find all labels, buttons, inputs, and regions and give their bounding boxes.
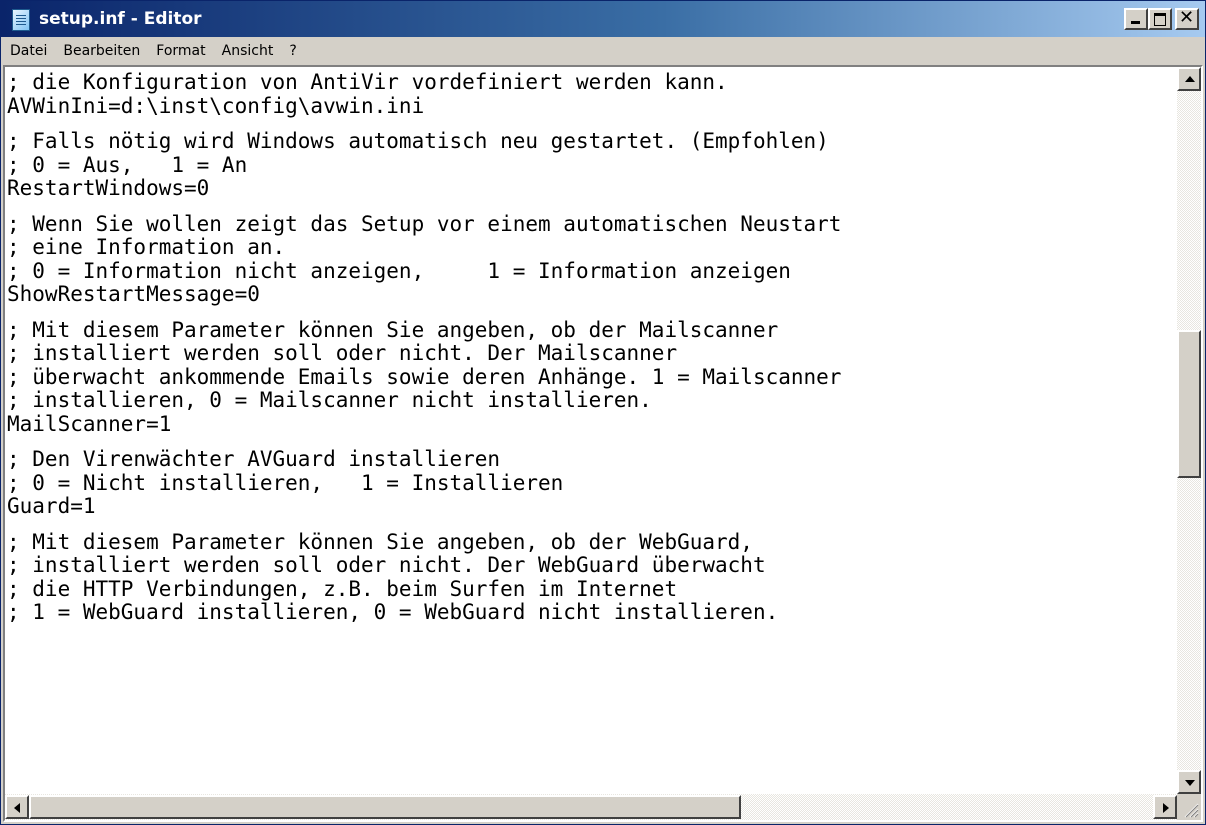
text-line: ; 0 = Aus, 1 = An xyxy=(7,152,248,177)
arrow-down-icon xyxy=(1185,780,1195,786)
minimize-button[interactable] xyxy=(1124,8,1148,30)
window-title: setup.inf - Editor xyxy=(39,9,202,29)
menu-bearbeiten[interactable]: Bearbeiten xyxy=(56,43,147,59)
menu-bar: Datei Bearbeiten Format Ansicht ? xyxy=(1,37,1205,65)
scroll-up-button[interactable] xyxy=(1177,67,1201,91)
scroll-down-button[interactable] xyxy=(1177,770,1201,794)
arrow-left-icon xyxy=(14,803,20,813)
text-line: ShowRestartMessage=0 xyxy=(7,282,260,306)
text-line: ; Falls nötig wird Windows automatisch n… xyxy=(7,129,829,153)
maximize-button[interactable] xyxy=(1148,8,1172,30)
text-line: Guard=1 xyxy=(7,494,96,518)
text-line: ; Mit diesem Parameter können Sie angebe… xyxy=(7,529,753,554)
menu-datei[interactable]: Datei xyxy=(3,43,54,59)
editor-text[interactable]: ; die Konfiguration von AntiVir vordefin… xyxy=(5,67,1177,625)
vertical-scroll-thumb[interactable] xyxy=(1177,330,1201,478)
text-line: ; eine Information an. xyxy=(7,235,286,259)
text-line: ; installieren, 0 = Mailscanner nicht in… xyxy=(7,388,652,412)
menu-format[interactable]: Format xyxy=(149,43,212,59)
text-line: ; Den Virenwächter AVGuard installieren xyxy=(7,447,501,471)
notepad-window: setup.inf - Editor ✕ Datei Bearbeiten Fo… xyxy=(0,0,1206,825)
text-line: AVWinIni=d:\inst\config\avwin.ini xyxy=(7,93,425,118)
close-button[interactable]: ✕ xyxy=(1175,8,1199,30)
text-line: ; Mit diesem Parameter können Sie angebe… xyxy=(7,317,779,342)
horizontal-scroll-thumb[interactable] xyxy=(29,795,741,819)
text-line: ; installiert werden soll oder nicht. De… xyxy=(7,341,678,365)
horizontal-scrollbar[interactable] xyxy=(5,794,1177,820)
text-line: ; 0 = Nicht installieren, 1 = Installier… xyxy=(7,470,564,495)
text-line: ; die HTTP Verbindungen, z.B. beim Surfe… xyxy=(7,576,678,601)
menu-ansicht[interactable]: Ansicht xyxy=(215,43,281,59)
text-line: ; überwacht ankommende Emails sowie dere… xyxy=(7,364,842,389)
arrow-up-icon xyxy=(1185,76,1195,82)
text-line: RestartWindows=0 xyxy=(7,176,210,200)
close-icon: ✕ xyxy=(1179,7,1195,28)
editor-frame: ; die Konfiguration von AntiVir vordefin… xyxy=(3,65,1203,822)
caption-buttons: ✕ xyxy=(1124,8,1199,30)
text-editor[interactable]: ; die Konfiguration von AntiVir vordefin… xyxy=(5,67,1177,794)
text-line: ; 1 = WebGuard installieren, 0 = WebGuar… xyxy=(7,600,779,624)
notepad-icon[interactable] xyxy=(9,8,31,31)
scroll-right-button[interactable] xyxy=(1153,795,1177,819)
title-bar[interactable]: setup.inf - Editor ✕ xyxy=(1,1,1205,37)
text-line: ; die Konfiguration von AntiVir vordefin… xyxy=(7,70,728,94)
size-grip-icon xyxy=(1184,803,1199,818)
size-grip[interactable] xyxy=(1177,794,1201,820)
text-line: ; 0 = Information nicht anzeigen, 1 = In… xyxy=(7,258,791,283)
text-line: ; Wenn Sie wollen zeigt das Setup vor ei… xyxy=(7,211,842,236)
text-line: ; installiert werden soll oder nicht. De… xyxy=(7,553,766,577)
text-line: MailScanner=1 xyxy=(7,411,172,436)
vertical-scrollbar[interactable] xyxy=(1177,67,1201,794)
minimize-icon xyxy=(1131,21,1140,24)
menu-help[interactable]: ? xyxy=(282,43,303,59)
maximize-icon xyxy=(1154,13,1166,26)
scroll-left-button[interactable] xyxy=(5,795,29,819)
arrow-right-icon xyxy=(1163,803,1169,813)
